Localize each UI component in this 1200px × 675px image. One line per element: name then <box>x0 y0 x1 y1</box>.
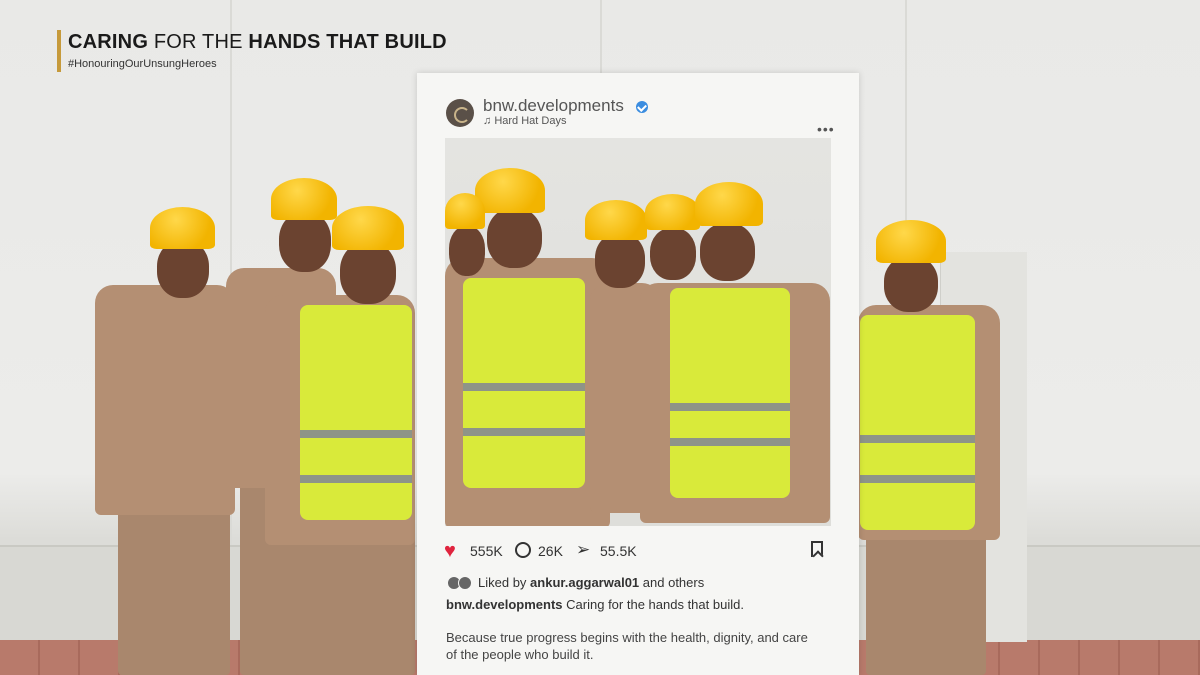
heart-icon[interactable]: ♥ <box>444 541 456 561</box>
verified-badge-icon <box>636 101 648 113</box>
post-photo <box>445 138 831 526</box>
music-note-icon: ♫ <box>483 115 495 127</box>
liked-by-prefix: Liked by <box>478 575 531 590</box>
account-avatar[interactable] <box>446 99 474 127</box>
comments-count: 26K <box>538 543 563 559</box>
more-dots-icon[interactable]: ••• <box>817 121 835 137</box>
title-bold-2: HANDS THAT BUILD <box>248 31 447 53</box>
likes-count: 555K <box>470 543 503 559</box>
hashtag: #HonouringOurUnsungHeroes <box>68 58 217 70</box>
comment-icon[interactable] <box>515 542 531 558</box>
caption-handle[interactable]: bnw.developments <box>446 597 563 612</box>
music-title: Hard Hat Days <box>494 115 567 127</box>
caption: bnw.developments Caring for the hands th… <box>446 597 744 612</box>
account-handle[interactable]: bnw.developments <box>483 96 624 116</box>
page-title: CARING FOR THE HANDS THAT BUILD <box>68 31 447 54</box>
post-body-text: Because true progress begins with the he… <box>446 630 808 662</box>
title-bold-1: CARING <box>68 31 149 53</box>
music-track[interactable]: ♫ Hard Hat Days <box>483 115 566 127</box>
liked-by-line: Liked by ankur.aggarwal01 and others <box>478 575 704 590</box>
header-accent-bar <box>57 30 61 72</box>
caption-text: Caring for the hands that build. <box>562 597 744 612</box>
liker-avatar <box>458 576 472 590</box>
bookmark-icon[interactable] <box>811 541 823 557</box>
title-regular: FOR THE <box>148 31 249 53</box>
liked-by-suffix: and others <box>639 575 705 590</box>
share-icon[interactable]: ➢ <box>576 541 590 559</box>
liked-by-user[interactable]: ankur.aggarwal01 <box>530 575 639 590</box>
shares-count: 55.5K <box>600 543 637 559</box>
